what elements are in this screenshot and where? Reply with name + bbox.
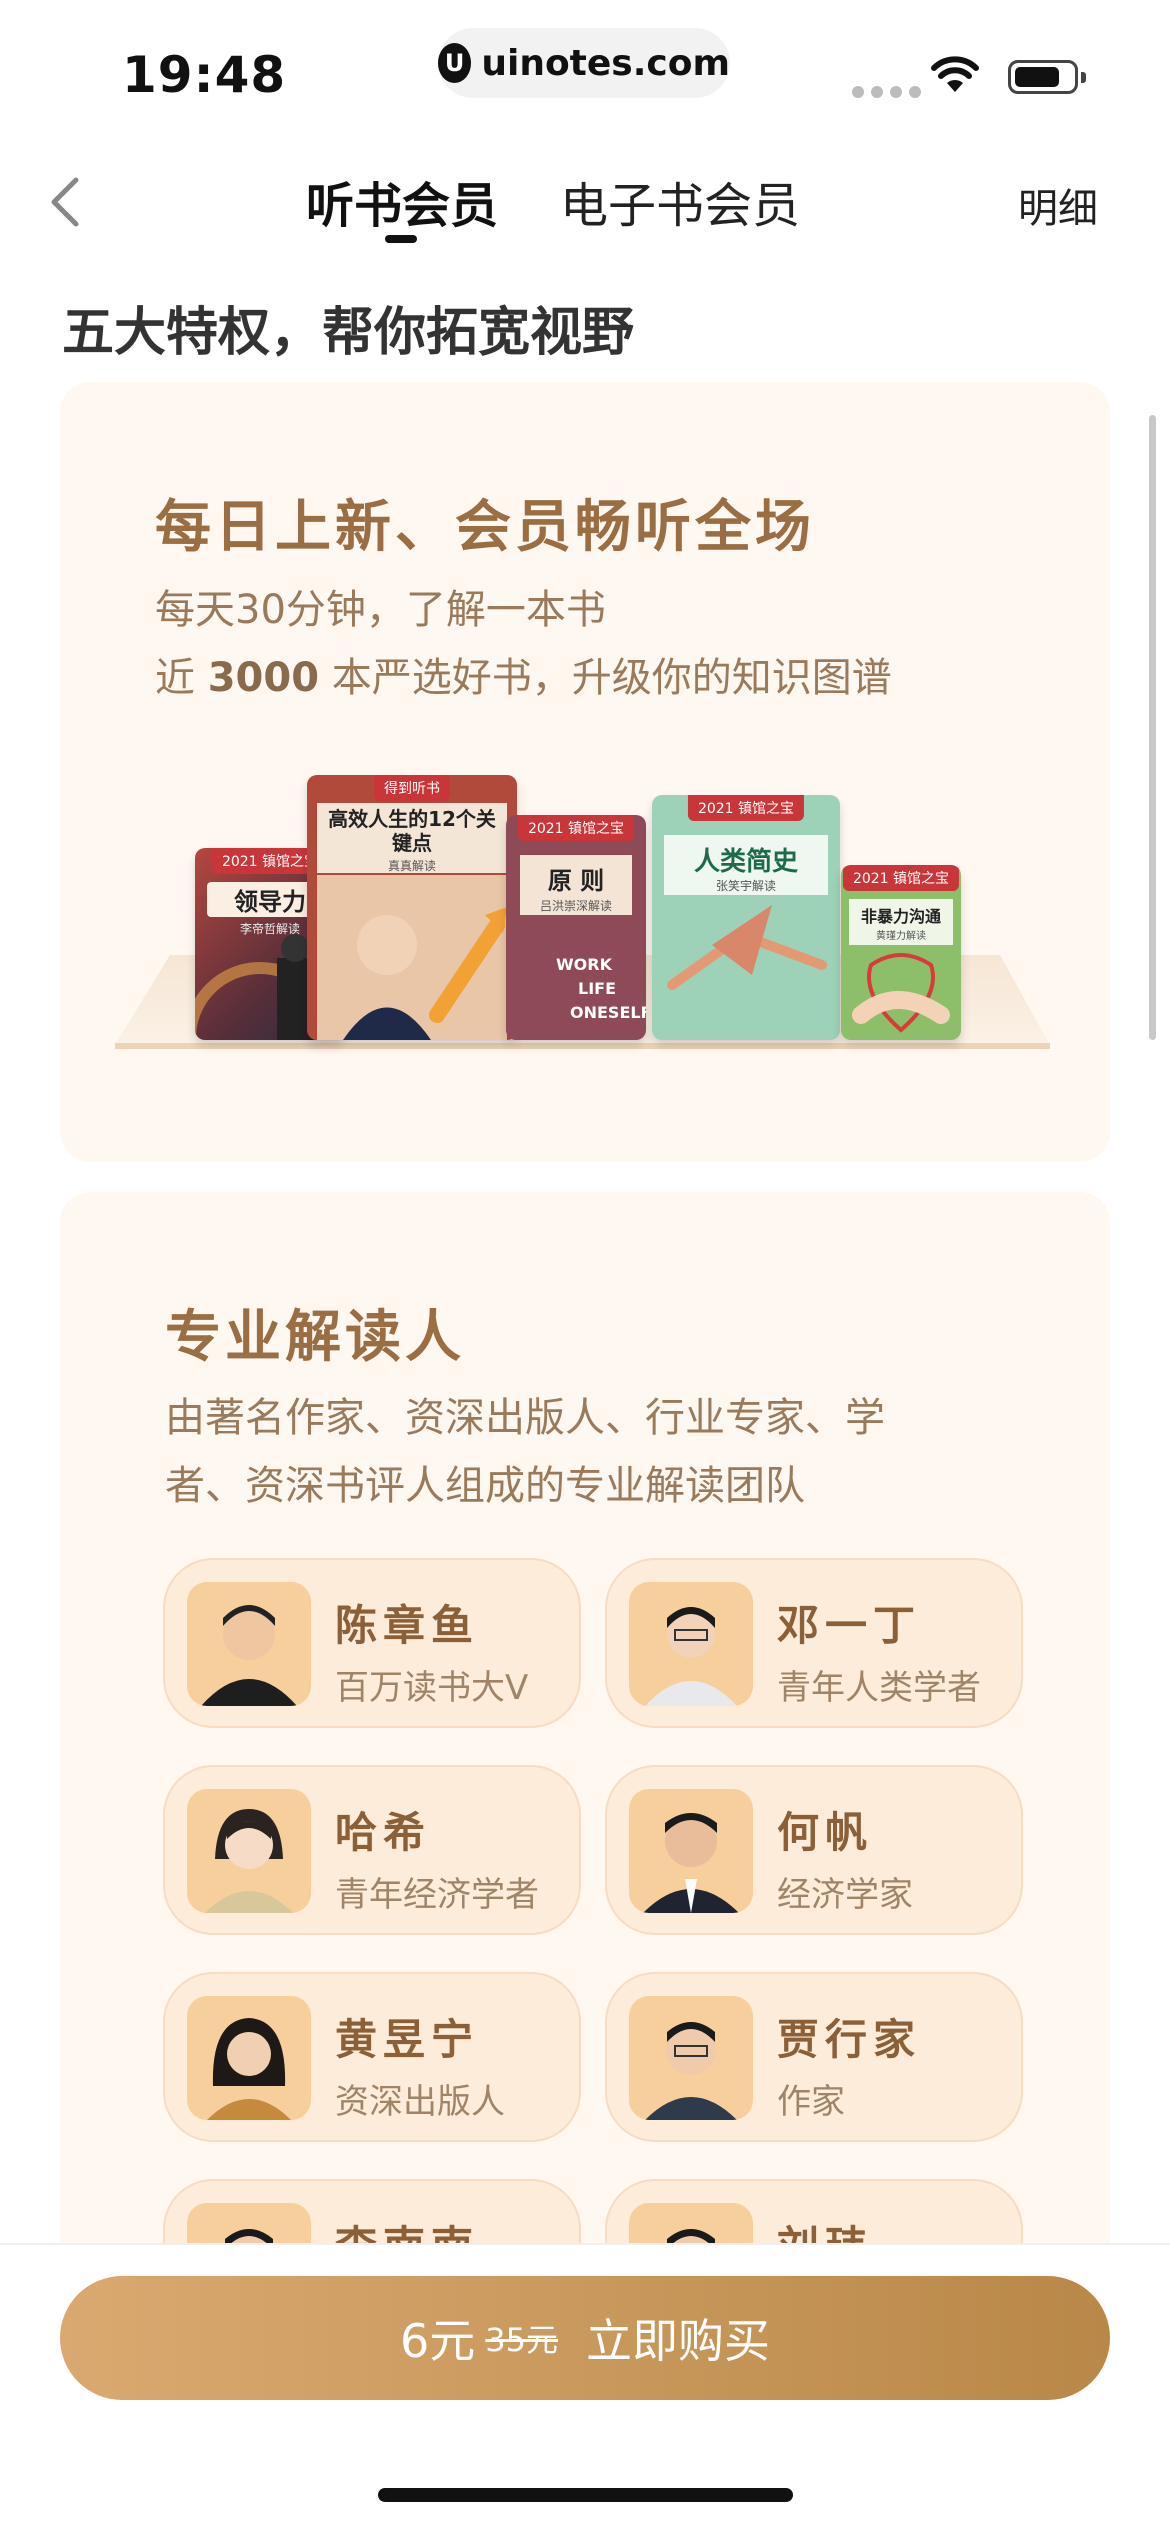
book-cover[interactable]: 2021 镇馆之宝 人类简史 张笑宇解读 (652, 795, 840, 1040)
expert-name: 哈希 (335, 1808, 432, 1857)
scrollbar[interactable] (1149, 415, 1156, 1040)
book-cover[interactable]: 2021 镇馆之宝 原 则 吕洪崇深解读 WORK LIFE ONESELF (506, 815, 646, 1040)
avatar (187, 1996, 311, 2120)
expert-card[interactable]: 何帆 经济学家 (605, 1765, 1023, 1935)
section-title: 五大特权，帮你拓宽视野 (62, 303, 635, 363)
status-time: 19:48 (122, 46, 287, 104)
wifi-icon (931, 56, 979, 92)
expert-card[interactable]: 贾行家 作家 (605, 1972, 1023, 2142)
cellular-signal-icon (852, 86, 921, 98)
detail-link[interactable]: 明细 (1018, 176, 1098, 234)
original-price: 35元 (485, 2321, 558, 2359)
feature-line: 每天30分钟，了解一本书 (155, 587, 606, 633)
buy-now-button[interactable]: 6元 35元 立即购买 (60, 2276, 1110, 2400)
active-tab-indicator (385, 235, 417, 243)
expert-role: 资深出版人 (335, 2082, 505, 2122)
avatar (187, 1789, 311, 1913)
expert-role: 经济学家 (777, 1875, 913, 1915)
expert-card[interactable]: 哈希 青年经济学者 (163, 1765, 581, 1935)
feature-title: 专业解读人 (165, 1304, 465, 1370)
battery-icon (1008, 60, 1086, 94)
feature-desc: 由著名作家、资深出版人、行业专家、学 (165, 1395, 885, 1441)
book-count: 3000 (207, 655, 320, 701)
feature-desc: 者、资深书评人组成的专业解读团队 (165, 1463, 805, 1509)
feature-title: 每日上新、会员畅听全场 (155, 494, 815, 560)
feature-line: 近 3000 本严选好书，升级你的知识图谱 (155, 655, 892, 701)
expert-role: 百万读书大V (335, 1668, 529, 1708)
home-indicator[interactable] (378, 2488, 793, 2502)
avatar (187, 1582, 311, 1706)
expert-role: 青年人类学者 (777, 1668, 981, 1708)
expert-role: 青年经济学者 (335, 1875, 539, 1915)
avatar (629, 1996, 753, 2120)
site-logo-icon: U (438, 43, 472, 83)
expert-card[interactable]: 黄昱宁 资深出版人 (163, 1972, 581, 2142)
current-price: 6元 (399, 2314, 476, 2368)
expert-card[interactable]: 陈章鱼 百万读书大V (163, 1558, 581, 1728)
book-cover[interactable]: 得到听书 高效人生的12个关键点 真真解读 (307, 775, 517, 1040)
expert-role: 作家 (777, 2082, 845, 2122)
expert-name: 黄昱宁 (335, 2015, 480, 2064)
expert-name: 贾行家 (777, 2015, 922, 2064)
tab-ebook-membership[interactable]: 电子书会员 (560, 166, 800, 236)
expert-name: 陈章鱼 (335, 1601, 480, 1650)
url-text: uinotes.com (481, 42, 730, 84)
avatar (629, 1582, 753, 1706)
tab-audiobook-membership[interactable]: 听书会员 (306, 166, 498, 236)
expert-card[interactable]: 邓一丁 青年人类学者 (605, 1558, 1023, 1728)
book-cover[interactable]: 2021 镇馆之宝 非暴力沟通 黄瑾力解读 (841, 865, 961, 1040)
url-pill[interactable]: U uinotes.com (438, 28, 730, 98)
avatar (629, 1789, 753, 1913)
expert-name: 何帆 (777, 1808, 874, 1857)
back-chevron-icon[interactable] (40, 172, 90, 232)
expert-name: 邓一丁 (777, 1601, 922, 1650)
buy-label: 立即购买 (586, 2314, 770, 2368)
